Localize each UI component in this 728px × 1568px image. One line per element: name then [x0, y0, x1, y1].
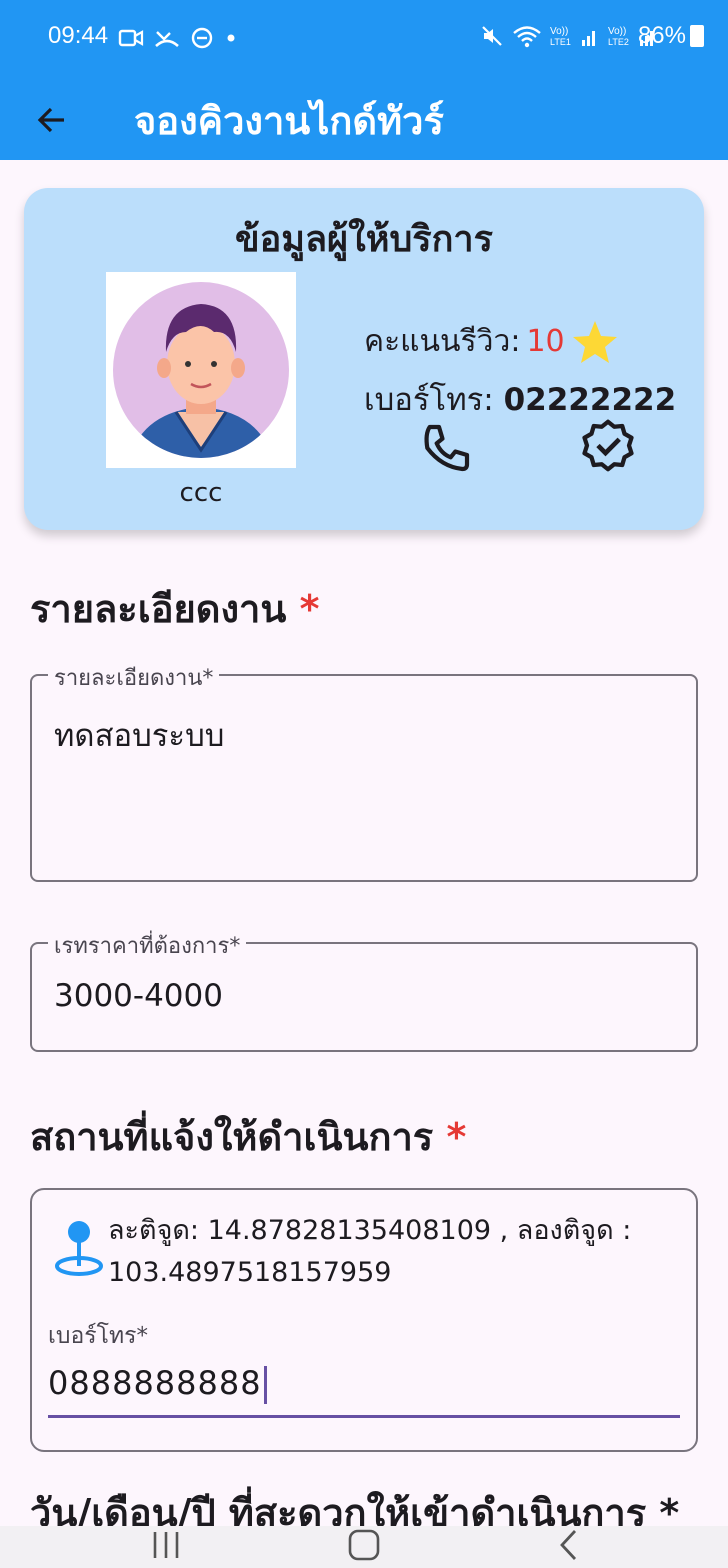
text-caret: [263, 1366, 267, 1404]
dnd-icon: [191, 27, 213, 49]
location-box: ละติจูด: 14.87828135408109 , ลองติจูด : …: [30, 1188, 698, 1452]
avatar: [106, 272, 296, 468]
job-section-title-text: รายละเอียดงาน: [30, 587, 287, 631]
contact-phone-value: 0888888888: [48, 1364, 262, 1402]
price-label: เรทราคาที่ต้องการ*: [48, 928, 247, 963]
review-score: 10: [526, 324, 565, 359]
recents-button[interactable]: [136, 1520, 196, 1568]
call-missed-icon: [155, 31, 179, 47]
job-detail-value: ทดสอบระบบ: [54, 718, 225, 754]
dot-icon: [227, 34, 235, 42]
battery-icon: [690, 25, 704, 47]
location-pin-icon: [55, 1221, 103, 1276]
volte1-icon: Vo))LTE1: [550, 26, 595, 47]
phone-label: เบอร์โทร:: [364, 382, 494, 418]
job-detail-label: รายละเอียดงาน*: [48, 660, 220, 695]
app-bar: จองคิวงานไกด์ทัวร์: [0, 80, 728, 160]
svg-text:Vo)): Vo)): [608, 26, 626, 37]
back-button[interactable]: [30, 98, 74, 142]
review-label: คะแนนรีวิว:: [364, 324, 521, 359]
price-value: 3000-4000: [54, 978, 223, 1014]
page-title: จองคิวงานไกด์ทัวร์: [134, 99, 444, 143]
verified-icon: [582, 419, 634, 472]
phone-icon: [424, 424, 470, 472]
system-nav-bar: [0, 1526, 728, 1568]
job-section-title: รายละเอียดงาน *: [30, 578, 319, 639]
mute-icon: [482, 26, 502, 46]
location-section-title-text: สถานที่แจ้งให้ดำเนินการ: [30, 1115, 434, 1159]
call-button[interactable]: [418, 420, 474, 476]
home-icon: [348, 1529, 380, 1561]
video-icon: [118, 29, 144, 47]
home-button[interactable]: [334, 1520, 394, 1568]
coordinates-line-1: ละติจูด: 14.87828135408109 , ลองติจูด :: [108, 1215, 632, 1246]
provider-card-title: ข้อมูลผู้ให้บริการ: [235, 219, 493, 260]
required-mark: *: [299, 587, 320, 631]
svg-text:LTE2: LTE2: [608, 37, 629, 47]
coordinates-line-2: 103.4897518157959: [108, 1257, 392, 1288]
recents-icon: [153, 1532, 179, 1558]
system-back-button[interactable]: [540, 1520, 600, 1568]
battery-level: 86%: [637, 22, 686, 49]
provider-card: ข้อมูลผู้ให้บริการ ccc คะแนนรีวิว: 10 เบ…: [24, 188, 704, 530]
chevron-left-icon: [560, 1530, 577, 1560]
provider-name: ccc: [179, 478, 223, 508]
coordinates-text: ละติจูด: 14.87828135408109 , ลองติจูด : …: [108, 1210, 678, 1294]
job-detail-field[interactable]: รายละเอียดงาน* ทดสอบระบบ: [30, 660, 698, 882]
svg-text:Vo)): Vo)): [550, 26, 568, 37]
status-time: 09:44: [48, 22, 109, 49]
location-pin-button[interactable]: [52, 1218, 106, 1278]
price-field[interactable]: เรทราคาที่ต้องการ* 3000-4000: [30, 928, 698, 1052]
contact-phone-input[interactable]: 0888888888: [48, 1364, 267, 1404]
provider-phone-row: เบอร์โทร: 02222222: [364, 374, 676, 424]
arrow-back-icon: [37, 107, 64, 133]
wifi-icon: [513, 26, 541, 48]
location-section-title: สถานที่แจ้งให้ดำเนินการ *: [30, 1106, 466, 1167]
verified-badge: [578, 418, 638, 478]
status-bar: 09:44 Vo)) LTE1 Vo)) LTE2 86%: [0, 0, 728, 80]
contact-phone-label: เบอร์โทร*: [48, 1323, 148, 1349]
required-mark: *: [446, 1115, 467, 1159]
review-score-row: คะแนนรีวิว: 10: [364, 318, 619, 365]
star-icon: [572, 320, 617, 363]
contact-phone-field[interactable]: เบอร์โทร* 0888888888: [48, 1318, 680, 1418]
svg-text:LTE1: LTE1: [550, 37, 571, 47]
phone-number: 02222222: [503, 382, 677, 418]
